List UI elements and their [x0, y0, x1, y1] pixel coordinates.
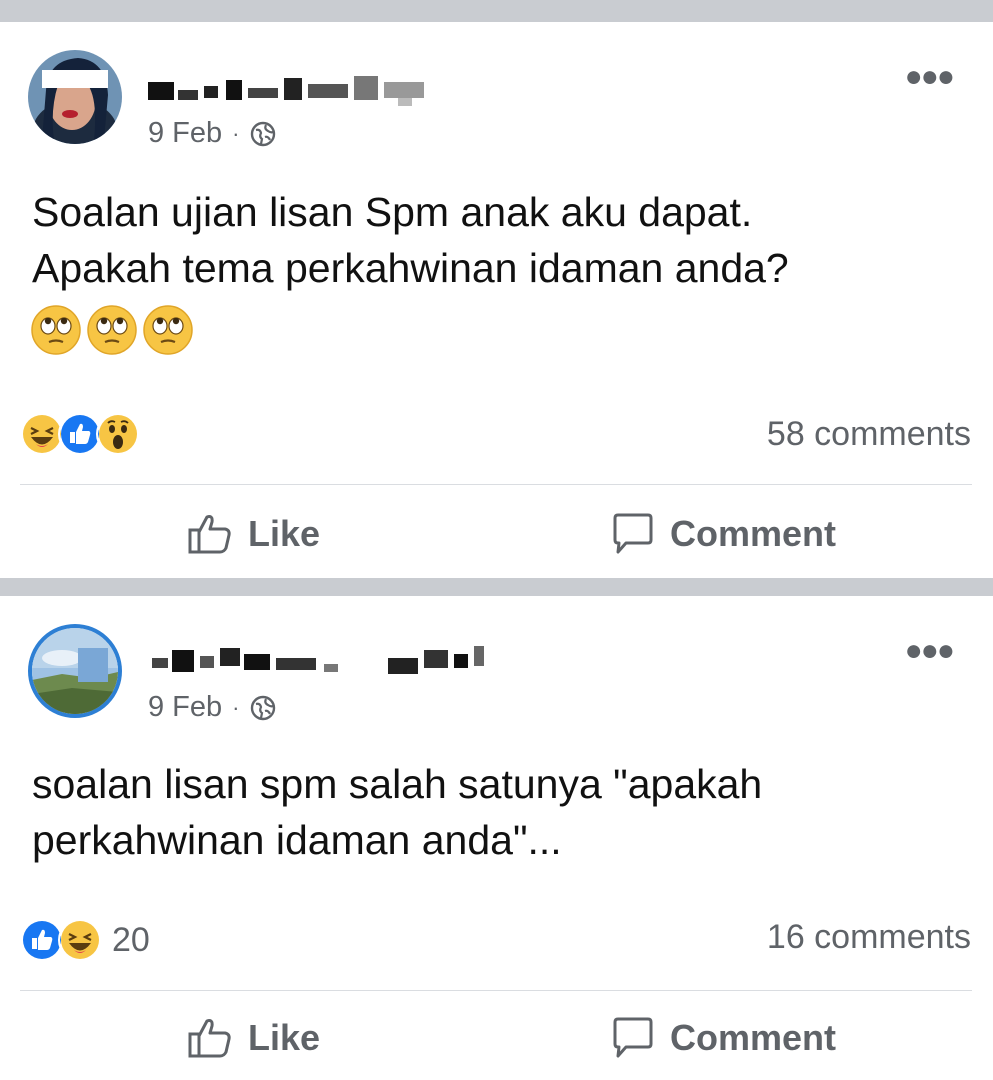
- post-card-2: 9 Feb · ●●● soalan lisan spm salah satun…: [0, 596, 993, 1080]
- comment-button[interactable]: Comment: [610, 512, 836, 556]
- globe-icon: [250, 695, 275, 720]
- post-date[interactable]: 9 Feb: [148, 117, 222, 150]
- comment-label: Comment: [670, 513, 837, 554]
- post-text-line: perkahwinan idaman anda"...: [32, 817, 562, 863]
- comment-bubble-icon: [613, 513, 653, 554]
- post-text-line: Soalan ujian lisan Spm anak aku dapat.: [32, 189, 753, 235]
- post-text-line: Apakah tema perkahwinan idaman anda?: [32, 245, 789, 291]
- wow-reaction-icon: [96, 412, 140, 456]
- like-button[interactable]: Like: [186, 1016, 320, 1060]
- action-bar-divider: [20, 484, 972, 485]
- rolling-eyes-emoji-icon: [31, 305, 81, 355]
- meta-separator: ·: [232, 120, 240, 146]
- post-date[interactable]: 9 Feb: [148, 691, 222, 724]
- post-text-line: soalan lisan spm salah satunya "apakah: [32, 761, 763, 807]
- post-meta-2: 9 Feb ·: [148, 691, 276, 724]
- reaction-count: 20: [112, 920, 150, 959]
- like-button[interactable]: Like: [186, 512, 320, 556]
- like-thumb-icon: [188, 1019, 231, 1058]
- action-bar-divider: [20, 990, 972, 991]
- more-options-icon[interactable]: ●●●: [905, 636, 955, 666]
- like-label: Like: [248, 1017, 321, 1058]
- post-text-1: Soalan ujian lisan Spm anak aku dapat. A…: [32, 184, 952, 296]
- comments-count-link[interactable]: 16 comments: [767, 918, 971, 957]
- comments-count-link[interactable]: 58 comments: [767, 415, 971, 454]
- feed-divider-middle: [0, 578, 993, 596]
- post-card-1: 9 Feb · ●●● Soalan ujian lisan Spm anak …: [0, 22, 993, 578]
- reaction-summary-2[interactable]: 20: [20, 918, 150, 962]
- more-options-icon[interactable]: ●●●: [905, 62, 955, 92]
- redacted-name-2[interactable]: [148, 640, 508, 680]
- profile-avatar-1[interactable]: [28, 50, 122, 144]
- haha-reaction-icon: [58, 918, 102, 962]
- rolling-eyes-emoji-icon: [87, 305, 137, 355]
- like-thumb-icon: [188, 515, 231, 554]
- like-label: Like: [248, 513, 321, 554]
- post-text-2: soalan lisan spm salah satunya "apakah p…: [32, 756, 952, 868]
- feed-divider-top: [0, 0, 993, 22]
- redacted-name-1[interactable]: [148, 68, 448, 108]
- globe-icon: [250, 121, 275, 146]
- comment-label: Comment: [670, 1017, 837, 1058]
- profile-avatar-2[interactable]: [28, 624, 122, 718]
- emoji-row-1: [30, 304, 194, 356]
- reaction-summary-1[interactable]: [20, 412, 150, 456]
- post-meta-1: 9 Feb ·: [148, 117, 276, 150]
- meta-separator: ·: [232, 694, 240, 720]
- comment-button[interactable]: Comment: [610, 1016, 836, 1060]
- comment-bubble-icon: [613, 1017, 653, 1058]
- rolling-eyes-emoji-icon: [143, 305, 193, 355]
